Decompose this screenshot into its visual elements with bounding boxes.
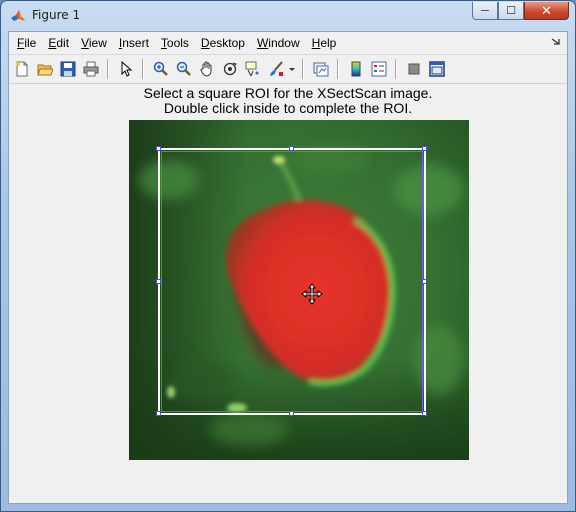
legend-icon xyxy=(371,61,386,77)
maximize-button[interactable]: ☐ xyxy=(498,2,524,20)
chevron-down-icon xyxy=(289,68,295,71)
show-plot-tools-icon xyxy=(428,61,445,77)
print-button[interactable] xyxy=(80,59,101,80)
save-icon xyxy=(60,61,75,77)
menu-insert[interactable]: Insert xyxy=(113,34,155,52)
open-file-button[interactable] xyxy=(34,59,55,80)
zoom-out-icon xyxy=(176,61,191,76)
menu-window[interactable]: Window xyxy=(251,34,306,52)
print-icon xyxy=(83,61,98,77)
legend-button[interactable] xyxy=(368,59,389,80)
rotate-3d-icon xyxy=(223,62,237,76)
save-button[interactable] xyxy=(57,59,78,80)
toolbar-separator xyxy=(302,59,304,79)
close-button[interactable]: ✕ xyxy=(524,2,569,20)
hide-plot-tools-icon xyxy=(408,63,419,75)
menu-help[interactable]: Help xyxy=(306,34,343,52)
toolbar-separator xyxy=(107,59,109,79)
menu-file[interactable]: File xyxy=(11,34,42,52)
brush-dropdown-button[interactable] xyxy=(288,59,296,80)
pan-button[interactable] xyxy=(196,59,217,80)
link-plot-icon xyxy=(313,62,328,77)
roi-rectangle[interactable] xyxy=(158,148,426,415)
edit-plot-icon xyxy=(121,61,132,77)
move-cursor-icon xyxy=(301,283,323,305)
menu-view[interactable]: View xyxy=(75,34,113,52)
data-cursor-icon xyxy=(245,61,258,77)
roi-handle-bottom-left[interactable] xyxy=(156,411,161,416)
figure-toolbar xyxy=(9,55,567,84)
pan-icon xyxy=(199,61,211,77)
roi-handle-top-center[interactable] xyxy=(289,146,294,151)
data-cursor-button[interactable] xyxy=(242,59,263,80)
colorbar-icon xyxy=(351,61,360,77)
plot-title-line-1: Select a square ROI for the XSectScan im… xyxy=(143,85,433,101)
zoom-out-button[interactable] xyxy=(173,59,194,80)
title-bar[interactable]: Figure 1 ─ ☐ ✕ xyxy=(1,1,575,31)
plot-title-line-2: Double click inside to complete the ROI. xyxy=(163,100,413,116)
microscopy-image[interactable] xyxy=(129,120,469,460)
roi-handle-bottom-right[interactable] xyxy=(422,411,427,416)
brush-icon xyxy=(269,61,283,76)
open-file-icon xyxy=(36,64,53,76)
new-figure-icon xyxy=(15,61,27,77)
figure-window: Figure 1 ─ ☐ ✕ File Edit View Insert Too… xyxy=(0,0,576,512)
matlab-app-icon xyxy=(11,10,25,21)
roi-handle-middle-right[interactable] xyxy=(422,279,427,284)
minimize-button[interactable]: ─ xyxy=(472,2,498,20)
figure-client-area: File Edit View Insert Tools Desktop Wind… xyxy=(8,31,568,504)
toolbar-separator xyxy=(142,59,144,79)
new-figure-button[interactable] xyxy=(11,59,32,80)
roi-handle-middle-left[interactable] xyxy=(156,279,161,284)
menu-bar: File Edit View Insert Tools Desktop Wind… xyxy=(9,32,567,55)
brush-button[interactable] xyxy=(265,59,286,80)
zoom-in-button[interactable] xyxy=(150,59,171,80)
edit-plot-button[interactable] xyxy=(115,59,136,80)
hide-plot-tools-button[interactable] xyxy=(403,59,424,80)
menu-tools[interactable]: Tools xyxy=(155,34,195,52)
figure-canvas: Select a square ROI for the XSectScan im… xyxy=(9,84,567,503)
colorbar-button[interactable] xyxy=(345,59,366,80)
roi-handle-top-left[interactable] xyxy=(156,146,161,151)
dock-arrow-icon[interactable] xyxy=(551,36,561,46)
zoom-in-icon xyxy=(153,61,168,76)
show-plot-tools-button[interactable] xyxy=(426,59,447,80)
link-plot-button[interactable] xyxy=(310,59,331,80)
menu-edit[interactable]: Edit xyxy=(42,34,75,52)
roi-handle-top-right[interactable] xyxy=(422,146,427,151)
menu-desktop[interactable]: Desktop xyxy=(195,34,251,52)
window-title: Figure 1 xyxy=(32,8,81,22)
toolbar-separator xyxy=(337,59,339,79)
rotate-3d-button[interactable] xyxy=(219,59,240,80)
toolbar-separator xyxy=(395,59,397,79)
roi-handle-bottom-center[interactable] xyxy=(289,411,294,416)
